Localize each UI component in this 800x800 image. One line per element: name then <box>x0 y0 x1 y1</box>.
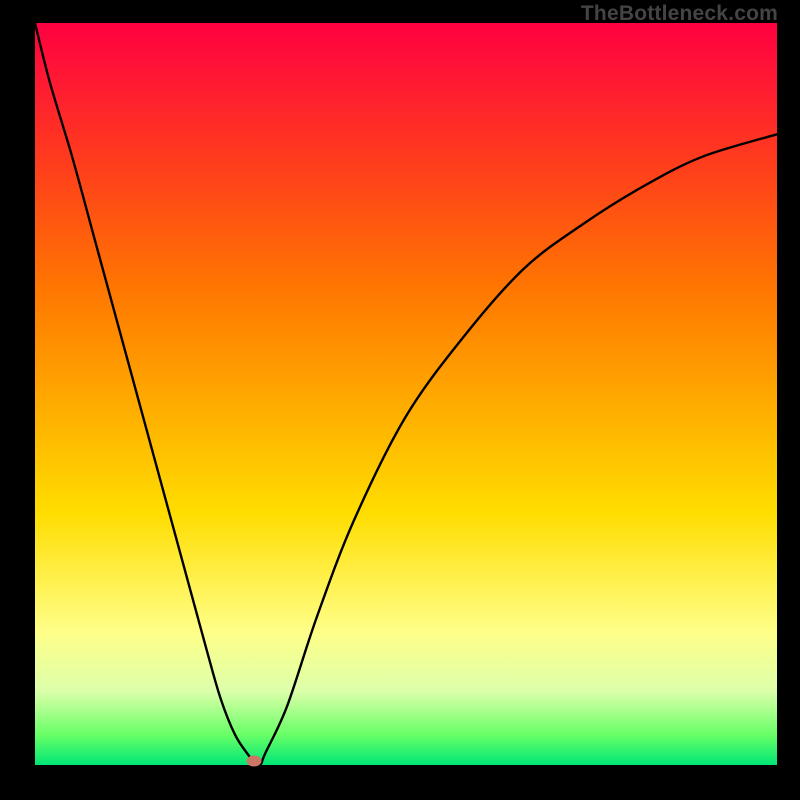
chart-container: TheBottleneck.com <box>0 0 800 800</box>
minimum-marker <box>246 756 261 767</box>
bottleneck-curve <box>35 23 777 765</box>
curve-layer <box>35 23 777 765</box>
watermark-text: TheBottleneck.com <box>581 2 778 26</box>
